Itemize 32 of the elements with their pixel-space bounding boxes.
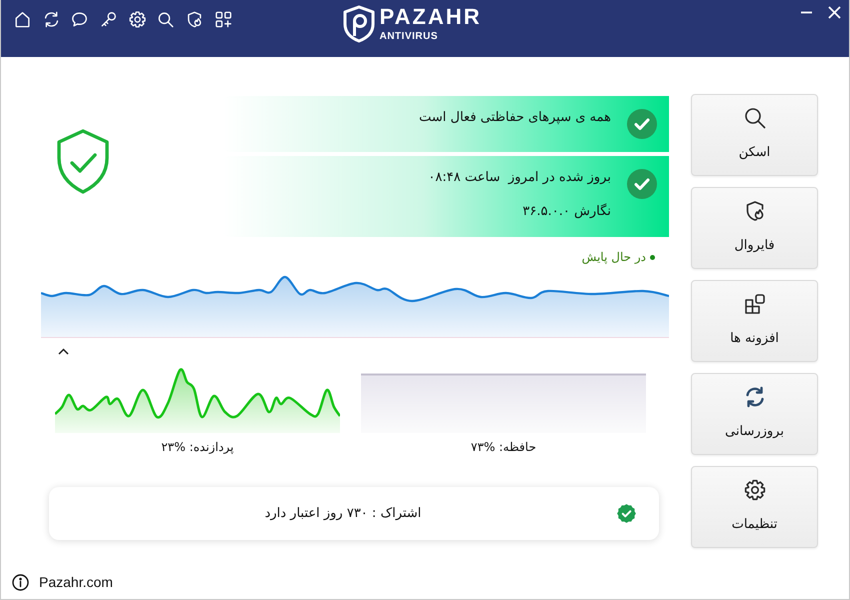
check-circle-icon	[627, 169, 657, 199]
monitor-status: در حال پایش	[582, 249, 646, 265]
sidebar-button[interactable]: افزونه ها	[691, 280, 818, 362]
website-link[interactable]: Pazahr.com	[39, 574, 113, 590]
settings-icon[interactable]	[128, 10, 147, 29]
usage-label: حافظه: %۷۳	[470, 439, 536, 455]
logo-tagline: ANTIVIRUS	[379, 31, 439, 43]
search-icon	[742, 106, 766, 130]
usage-label: پردازنده: %۲۳	[161, 439, 234, 455]
search-icon[interactable]	[156, 10, 176, 29]
status-dot-icon	[650, 254, 655, 260]
chevron-up-icon[interactable]	[58, 348, 69, 355]
sidebar-button[interactable]: تنظیمات	[691, 466, 818, 548]
status-text: بروز شده در امروز ساعت ۰۸:۴۸	[428, 170, 611, 186]
sidebar-button[interactable]: بروزرسانی	[691, 373, 818, 455]
check-circle-icon	[627, 109, 657, 139]
settings-icon	[742, 478, 766, 502]
apps-icon	[742, 292, 766, 316]
status-text: نگارش ۳۶.۵.۰.۰	[522, 204, 611, 220]
key-icon[interactable]	[99, 10, 118, 29]
logo-name: PAZAHR	[379, 5, 482, 29]
subscription-text: اشتراک : ۷۳۰ روز اعتبار دارد	[264, 506, 422, 521]
apps-plus-icon[interactable]	[214, 10, 233, 29]
chat-icon[interactable]	[70, 10, 90, 29]
close-icon[interactable]	[828, 6, 841, 19]
info-icon	[12, 574, 29, 590]
status-text: همه ی سپرهای حفاظتی فعال است	[419, 110, 611, 126]
sidebar-button[interactable]: فایروال	[691, 187, 818, 269]
shield-logo-icon	[342, 5, 376, 43]
check-badge-icon	[617, 504, 636, 523]
sidebar-button[interactable]: اسکن	[691, 94, 818, 176]
home-icon[interactable]	[13, 10, 32, 29]
